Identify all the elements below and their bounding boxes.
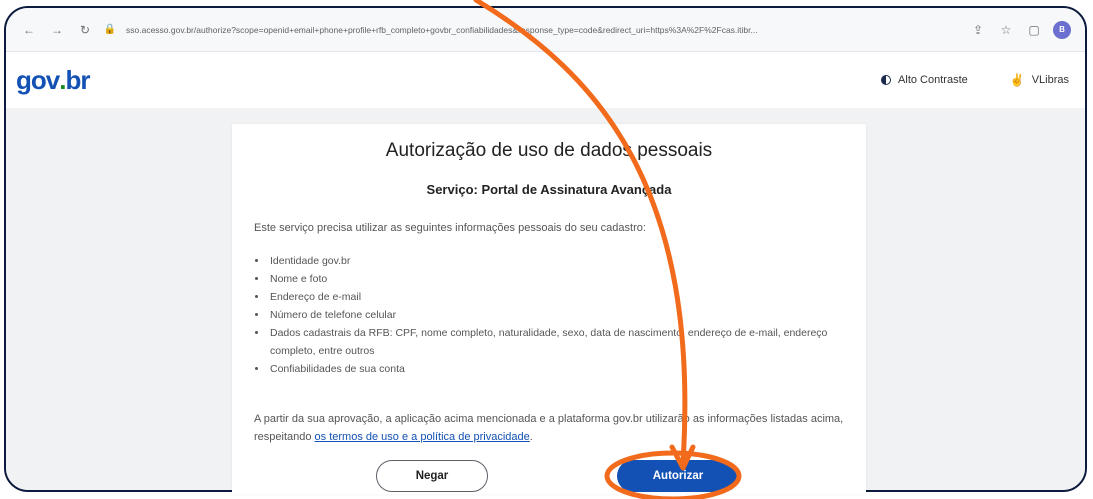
govbr-logo[interactable]: gov. br bbox=[16, 65, 90, 96]
authorization-card: Autorização de uso de dados pessoais Ser… bbox=[232, 124, 866, 494]
high-contrast-link[interactable]: Alto Contraste bbox=[881, 74, 968, 86]
govbr-header: gov. br Alto Contraste ✌ VLibras bbox=[6, 52, 1085, 108]
vlibras-link[interactable]: ✌ VLibras bbox=[1010, 73, 1069, 87]
forward-icon[interactable]: → bbox=[48, 21, 66, 39]
bookmark-icon[interactable]: ☆ bbox=[997, 21, 1015, 39]
list-item: Confiabilidades de sua conta bbox=[268, 360, 866, 378]
list-item: Endereço de e-mail bbox=[268, 288, 866, 306]
terms-link[interactable]: os termos de uso e a política de privaci… bbox=[315, 431, 530, 443]
list-item: Dados cadastrais da RFB: CPF, nome compl… bbox=[268, 324, 866, 360]
contrast-icon bbox=[881, 75, 892, 85]
high-contrast-label: Alto Contraste bbox=[898, 74, 968, 86]
page-title: Autorização de uso de dados pessoais bbox=[385, 140, 713, 161]
data-items-list: Identidade gov.br Nome e foto Endereço d… bbox=[254, 252, 866, 378]
authorize-button[interactable]: Autorizar bbox=[617, 460, 739, 492]
window-icon[interactable]: ▢ bbox=[1025, 21, 1043, 39]
service-name: Serviço: Portal de Assinatura Avançada bbox=[426, 182, 672, 197]
list-item: Identidade gov.br bbox=[268, 252, 866, 270]
profile-avatar[interactable]: B bbox=[1053, 20, 1071, 39]
lock-icon: 🔒 bbox=[103, 24, 117, 35]
reload-icon[interactable]: ↻ bbox=[76, 21, 94, 39]
hand-icon: ✌ bbox=[1009, 73, 1025, 87]
address-bar[interactable]: sso.acesso.gov.br/authorize?scope=openid… bbox=[126, 25, 959, 35]
list-item: Número de telefone celular bbox=[268, 306, 866, 324]
back-icon[interactable]: ← bbox=[20, 21, 38, 39]
intro-text: Este serviço precisa utilizar as seguint… bbox=[254, 222, 646, 234]
approval-text: A partir da sua aprovação, a aplicação a… bbox=[254, 413, 844, 443]
vlibras-label: VLibras bbox=[1031, 74, 1069, 86]
list-item: Nome e foto bbox=[268, 270, 866, 288]
browser-toolbar: ← → ↻ 🔒 sso.acesso.gov.br/authorize?scop… bbox=[6, 8, 1085, 52]
deny-button[interactable]: Negar bbox=[376, 460, 488, 492]
share-icon[interactable]: ⇪ bbox=[969, 21, 987, 39]
